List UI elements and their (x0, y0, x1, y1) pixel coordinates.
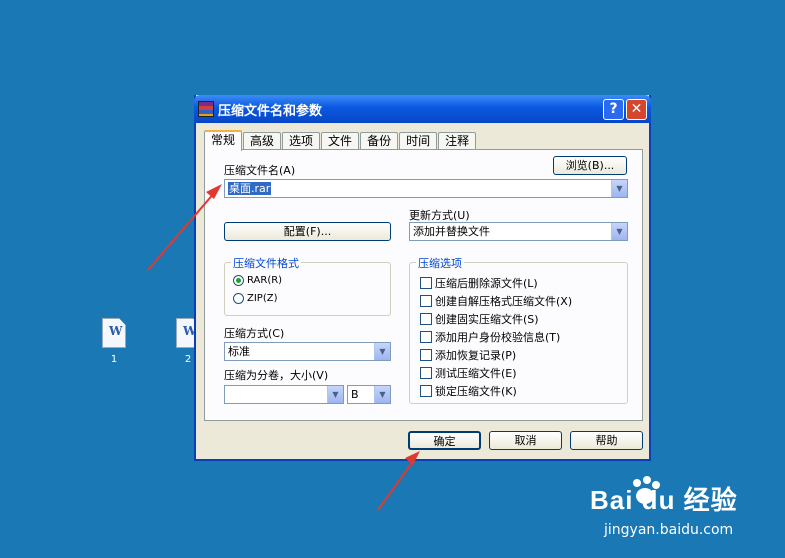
annotation-arrows (147, 184, 420, 511)
annotation-arrow-bottom (377, 451, 420, 511)
watermark-url: jingyan.baidu.com (604, 522, 734, 538)
annotation-arrow-top (147, 184, 222, 271)
watermark-logo-text: Bai du 经验 (590, 485, 738, 515)
tab-general[interactable]: 常规 (204, 130, 243, 151)
